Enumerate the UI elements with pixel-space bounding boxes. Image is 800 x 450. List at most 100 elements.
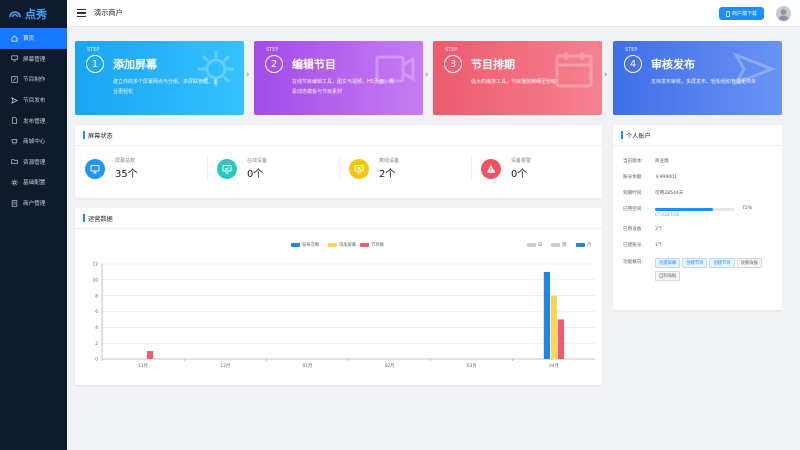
sidebar-item-3[interactable]: 节目发布 bbox=[0, 90, 67, 111]
step-card-3[interactable]: STEP 3 节目排期 强大的编排工具，节目播放精细至秒级 bbox=[433, 41, 602, 115]
monitor-icon bbox=[11, 55, 18, 62]
logo-icon bbox=[9, 11, 21, 18]
screen-status-card: 屏幕状态 屏幕总数 35个 在线设备 0个 离线设备 2个 设备报警 0个 bbox=[75, 125, 602, 198]
legend-swatch bbox=[328, 242, 337, 248]
y-tick-label: 8 bbox=[95, 293, 98, 299]
divider bbox=[471, 157, 472, 181]
send-icon bbox=[732, 52, 776, 86]
toggle-swatch bbox=[527, 242, 536, 248]
home-icon bbox=[11, 35, 18, 42]
divider bbox=[207, 157, 208, 181]
divider bbox=[339, 157, 340, 181]
legend-swatch bbox=[360, 242, 369, 248]
range-day-toggle[interactable]: 日 bbox=[527, 242, 542, 248]
y-tick-label: 2 bbox=[95, 341, 98, 347]
sidebar-item-5[interactable]: 商城中心 bbox=[0, 131, 67, 152]
step-card-1[interactable]: STEP 1 添加屏幕 建立你的多个屏幕网点与分组、多屏联管理，企业更轻松 bbox=[75, 41, 244, 115]
stat-offline: 离线设备 2个 bbox=[349, 157, 399, 180]
row-label: 功能概况: bbox=[623, 260, 643, 265]
row-value: 1个 bbox=[655, 243, 663, 248]
row-value: 可用28544天 bbox=[655, 191, 684, 196]
ops-bar-chart: 0 2 4 6 8 10 12 11月 12月 01月 02月 03月 04月 bbox=[93, 262, 595, 369]
create-program-button-2[interactable]: 创建节目 bbox=[709, 258, 735, 268]
sidebar-item-label: 首页 bbox=[23, 36, 35, 43]
step-title: 编辑节目 bbox=[292, 58, 336, 71]
range-week-toggle[interactable]: 周 bbox=[551, 242, 566, 248]
menu-toggle-icon[interactable] bbox=[77, 9, 86, 17]
stat-label: 屏幕总数 bbox=[115, 158, 136, 164]
monitor-icon bbox=[85, 158, 105, 179]
storage-progress-fill bbox=[655, 208, 713, 211]
row-label: 当前版本: bbox=[623, 159, 643, 164]
stat-value: 35个 bbox=[115, 169, 138, 180]
account-card: 个人账户 当前版本: 商业版 账号余额: ￥999001 到期时间: 可用28544天… bbox=[613, 125, 782, 310]
sidebar-item-7[interactable]: 基础配置 bbox=[0, 172, 67, 193]
step-label: STEP bbox=[445, 47, 458, 53]
stat-label: 在线设备 bbox=[247, 158, 268, 164]
storage-row: 已用空间: 672GB/1GB 72% bbox=[623, 206, 752, 217]
sidebar-item-0[interactable]: 首页 bbox=[0, 28, 67, 49]
range-month-toggle[interactable]: 月 bbox=[576, 242, 591, 248]
top-bar: 演示商户 商户端下载 bbox=[67, 0, 800, 27]
row-label: 账号余额: bbox=[623, 175, 643, 180]
sidebar: 点秀 首页屏幕管理节目制作节目发布 发布管理商城中心资源管理基础配置商户管理 bbox=[0, 0, 67, 450]
step-card-2[interactable]: STEP 2 编辑节目 在线节目编辑工具，图文与视频、H5页面，再是动态模板与节… bbox=[254, 41, 423, 115]
shop-icon bbox=[11, 138, 18, 145]
phone-icon bbox=[726, 10, 730, 17]
sidebar-item-2[interactable]: 节目制作 bbox=[0, 69, 67, 90]
toggle-label: 月 bbox=[587, 243, 592, 248]
stat-value: 2个 bbox=[379, 169, 396, 180]
card-title: 屏幕状态 bbox=[75, 125, 602, 146]
bar bbox=[146, 351, 154, 359]
toggle-label: 日 bbox=[538, 243, 543, 248]
sidebar-item-label: 节目制作 bbox=[23, 77, 46, 84]
row-label: 已用设备: bbox=[623, 227, 643, 232]
bar bbox=[550, 295, 558, 359]
brand-logo[interactable]: 点秀 bbox=[0, 0, 67, 28]
y-tick-label: 10 bbox=[93, 277, 99, 283]
y-tick-label: 12 bbox=[93, 262, 99, 268]
x-tick-label: 02月 bbox=[385, 363, 395, 369]
calendar-icon bbox=[555, 52, 593, 88]
sidebar-item-4[interactable]: 发布管理 bbox=[0, 110, 67, 131]
x-tick-label: 11月 bbox=[138, 363, 148, 369]
step-card-4[interactable]: STEP 4 审核发布 支持发布审核，多屏发布、轻松组织管理更简单 bbox=[613, 41, 782, 115]
step-number: 3 bbox=[444, 55, 462, 73]
step-label: STEP bbox=[266, 47, 279, 53]
sidebar-item-8[interactable]: 商户管理 bbox=[0, 193, 67, 214]
legend-item[interactable]: 发布次数 bbox=[291, 242, 319, 248]
legend-swatch bbox=[291, 242, 300, 248]
x-tick-label: 01月 bbox=[303, 363, 313, 369]
merchant-title: 演示商户 bbox=[94, 8, 123, 17]
sidebar-item-label: 基础配置 bbox=[23, 180, 46, 187]
card-title: 运营数据 bbox=[75, 208, 602, 229]
legend-item[interactable]: 添加屏幕 bbox=[328, 242, 356, 248]
gear-icon bbox=[198, 51, 234, 87]
create-program-button[interactable]: 创建节目 bbox=[682, 258, 708, 268]
y-tick-label: 0 bbox=[95, 357, 98, 363]
send-icon bbox=[11, 96, 18, 104]
expiry-row: 到期时间: 可用28544天 bbox=[623, 190, 683, 196]
toggle-swatch bbox=[576, 242, 585, 248]
bar bbox=[543, 271, 551, 359]
custom-poster-button[interactable]: 自制海报 bbox=[655, 271, 681, 281]
bar bbox=[557, 319, 565, 359]
step-title: 添加屏幕 bbox=[113, 58, 157, 71]
storage-percent: 72% bbox=[742, 206, 753, 211]
sidebar-item-label: 资源管理 bbox=[23, 159, 46, 166]
storage-progress-track bbox=[655, 208, 735, 211]
stat-online: 在线设备 0个 bbox=[217, 157, 267, 180]
legend-item[interactable]: 节目数 bbox=[360, 242, 384, 248]
avatar[interactable] bbox=[776, 6, 791, 21]
card-title: 个人账户 bbox=[613, 125, 782, 146]
create-screen-button[interactable]: 创建屏幕 bbox=[655, 258, 681, 268]
sidebar-item-1[interactable]: 屏幕管理 bbox=[0, 49, 67, 70]
x-tick-label: 03月 bbox=[467, 363, 477, 369]
sidebar-item-label: 商城中心 bbox=[23, 139, 46, 146]
download-button[interactable]: 商户端下载 bbox=[718, 7, 764, 20]
sidebar-item-label: 屏幕管理 bbox=[23, 56, 46, 63]
sidebar-item-6[interactable]: 资源管理 bbox=[0, 152, 67, 173]
toggle-swatch bbox=[551, 242, 560, 248]
step-arrow-icon: › bbox=[246, 70, 250, 80]
effect-poster-button[interactable]: 效果海报 bbox=[736, 258, 762, 268]
